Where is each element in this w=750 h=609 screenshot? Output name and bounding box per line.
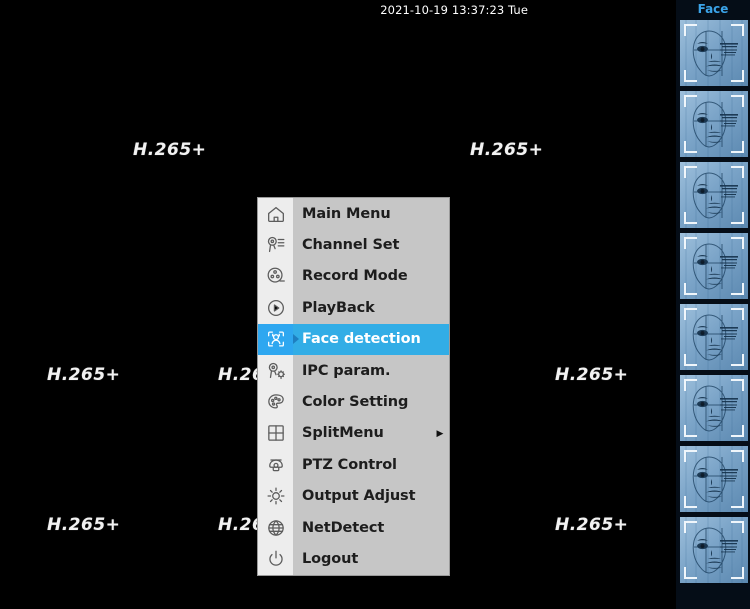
menu-item-label: Face detection <box>302 331 421 348</box>
status-timestamp: 2021-10-19 13:37:23 Tue <box>380 3 528 17</box>
codec-badge-1: H.265+ <box>133 140 207 160</box>
menu-item-label: NetDetect <box>302 519 385 536</box>
brightness-sun-icon <box>258 480 293 512</box>
menu-item-label: IPC param. <box>302 362 391 379</box>
menu-item-label: Record Mode <box>302 268 408 285</box>
menu-item-record-mode[interactable]: Record Mode <box>258 260 449 293</box>
home-icon <box>258 198 293 230</box>
face-thumbnail[interactable] <box>680 375 748 441</box>
film-reel-icon <box>258 260 293 293</box>
menu-item-label: SplitMenu <box>302 425 384 442</box>
grid-split-icon <box>258 417 293 450</box>
face-thumbnail[interactable] <box>680 446 748 512</box>
play-circle-icon <box>258 292 293 324</box>
menu-item-main-menu[interactable]: Main Menu <box>258 198 449 230</box>
selection-caret-icon <box>293 334 299 345</box>
menu-item-output-adjust[interactable]: Output Adjust <box>258 480 449 512</box>
menu-item-logout[interactable]: Logout <box>258 543 449 575</box>
face-detection-icon <box>258 323 293 355</box>
face-thumbnail[interactable] <box>680 304 748 370</box>
menu-item-label: Color Setting <box>302 394 409 411</box>
globe-icon <box>258 511 293 544</box>
face-thumbnail[interactable] <box>680 517 748 583</box>
face-thumbnail-list[interactable] <box>680 20 748 588</box>
menu-item-label: Logout <box>302 550 359 567</box>
menu-item-netdetect[interactable]: NetDetect <box>258 511 449 544</box>
menu-item-label: Main Menu <box>302 205 391 222</box>
menu-item-ipc-param[interactable]: IPC param. <box>258 354 449 387</box>
palette-icon <box>258 386 293 418</box>
codec-badge-8: H.265+ <box>555 515 629 535</box>
dome-camera-icon <box>258 449 293 481</box>
menu-item-label: PlayBack <box>302 299 375 316</box>
codec-badge-6: H.265+ <box>47 515 121 535</box>
codec-badge-3: H.265+ <box>47 365 121 385</box>
face-capture-panel: Face <box>676 0 750 609</box>
face-thumbnail[interactable] <box>680 233 748 299</box>
camera-gear-icon <box>258 354 293 387</box>
face-panel-title: Face <box>697 2 729 16</box>
menu-item-color-setting[interactable]: Color Setting <box>258 386 449 418</box>
codec-badge-5: H.265+ <box>555 365 629 385</box>
face-thumbnail[interactable] <box>680 162 748 228</box>
menu-item-ptz-control[interactable]: PTZ Control <box>258 449 449 481</box>
menu-item-label: Output Adjust <box>302 488 416 505</box>
menu-item-label: PTZ Control <box>302 456 397 473</box>
menu-item-playback[interactable]: PlayBack <box>258 292 449 324</box>
menu-item-face-detection[interactable]: Face detection <box>258 323 449 355</box>
power-icon <box>258 543 293 575</box>
codec-badge-2: H.265+ <box>470 140 544 160</box>
submenu-arrow-icon: ▶ <box>436 427 444 438</box>
right-click-context-menu[interactable]: Main Menu Channel Set Record Mode PlayBack F… <box>258 198 449 575</box>
menu-item-channel-set[interactable]: Channel Set <box>258 229 449 261</box>
face-thumbnail[interactable] <box>680 20 748 86</box>
camera-list-icon <box>258 229 293 261</box>
menu-item-label: Channel Set <box>302 237 400 254</box>
menu-item-splitmenu[interactable]: SplitMenu ▶ <box>258 417 449 450</box>
face-thumbnail[interactable] <box>680 91 748 157</box>
